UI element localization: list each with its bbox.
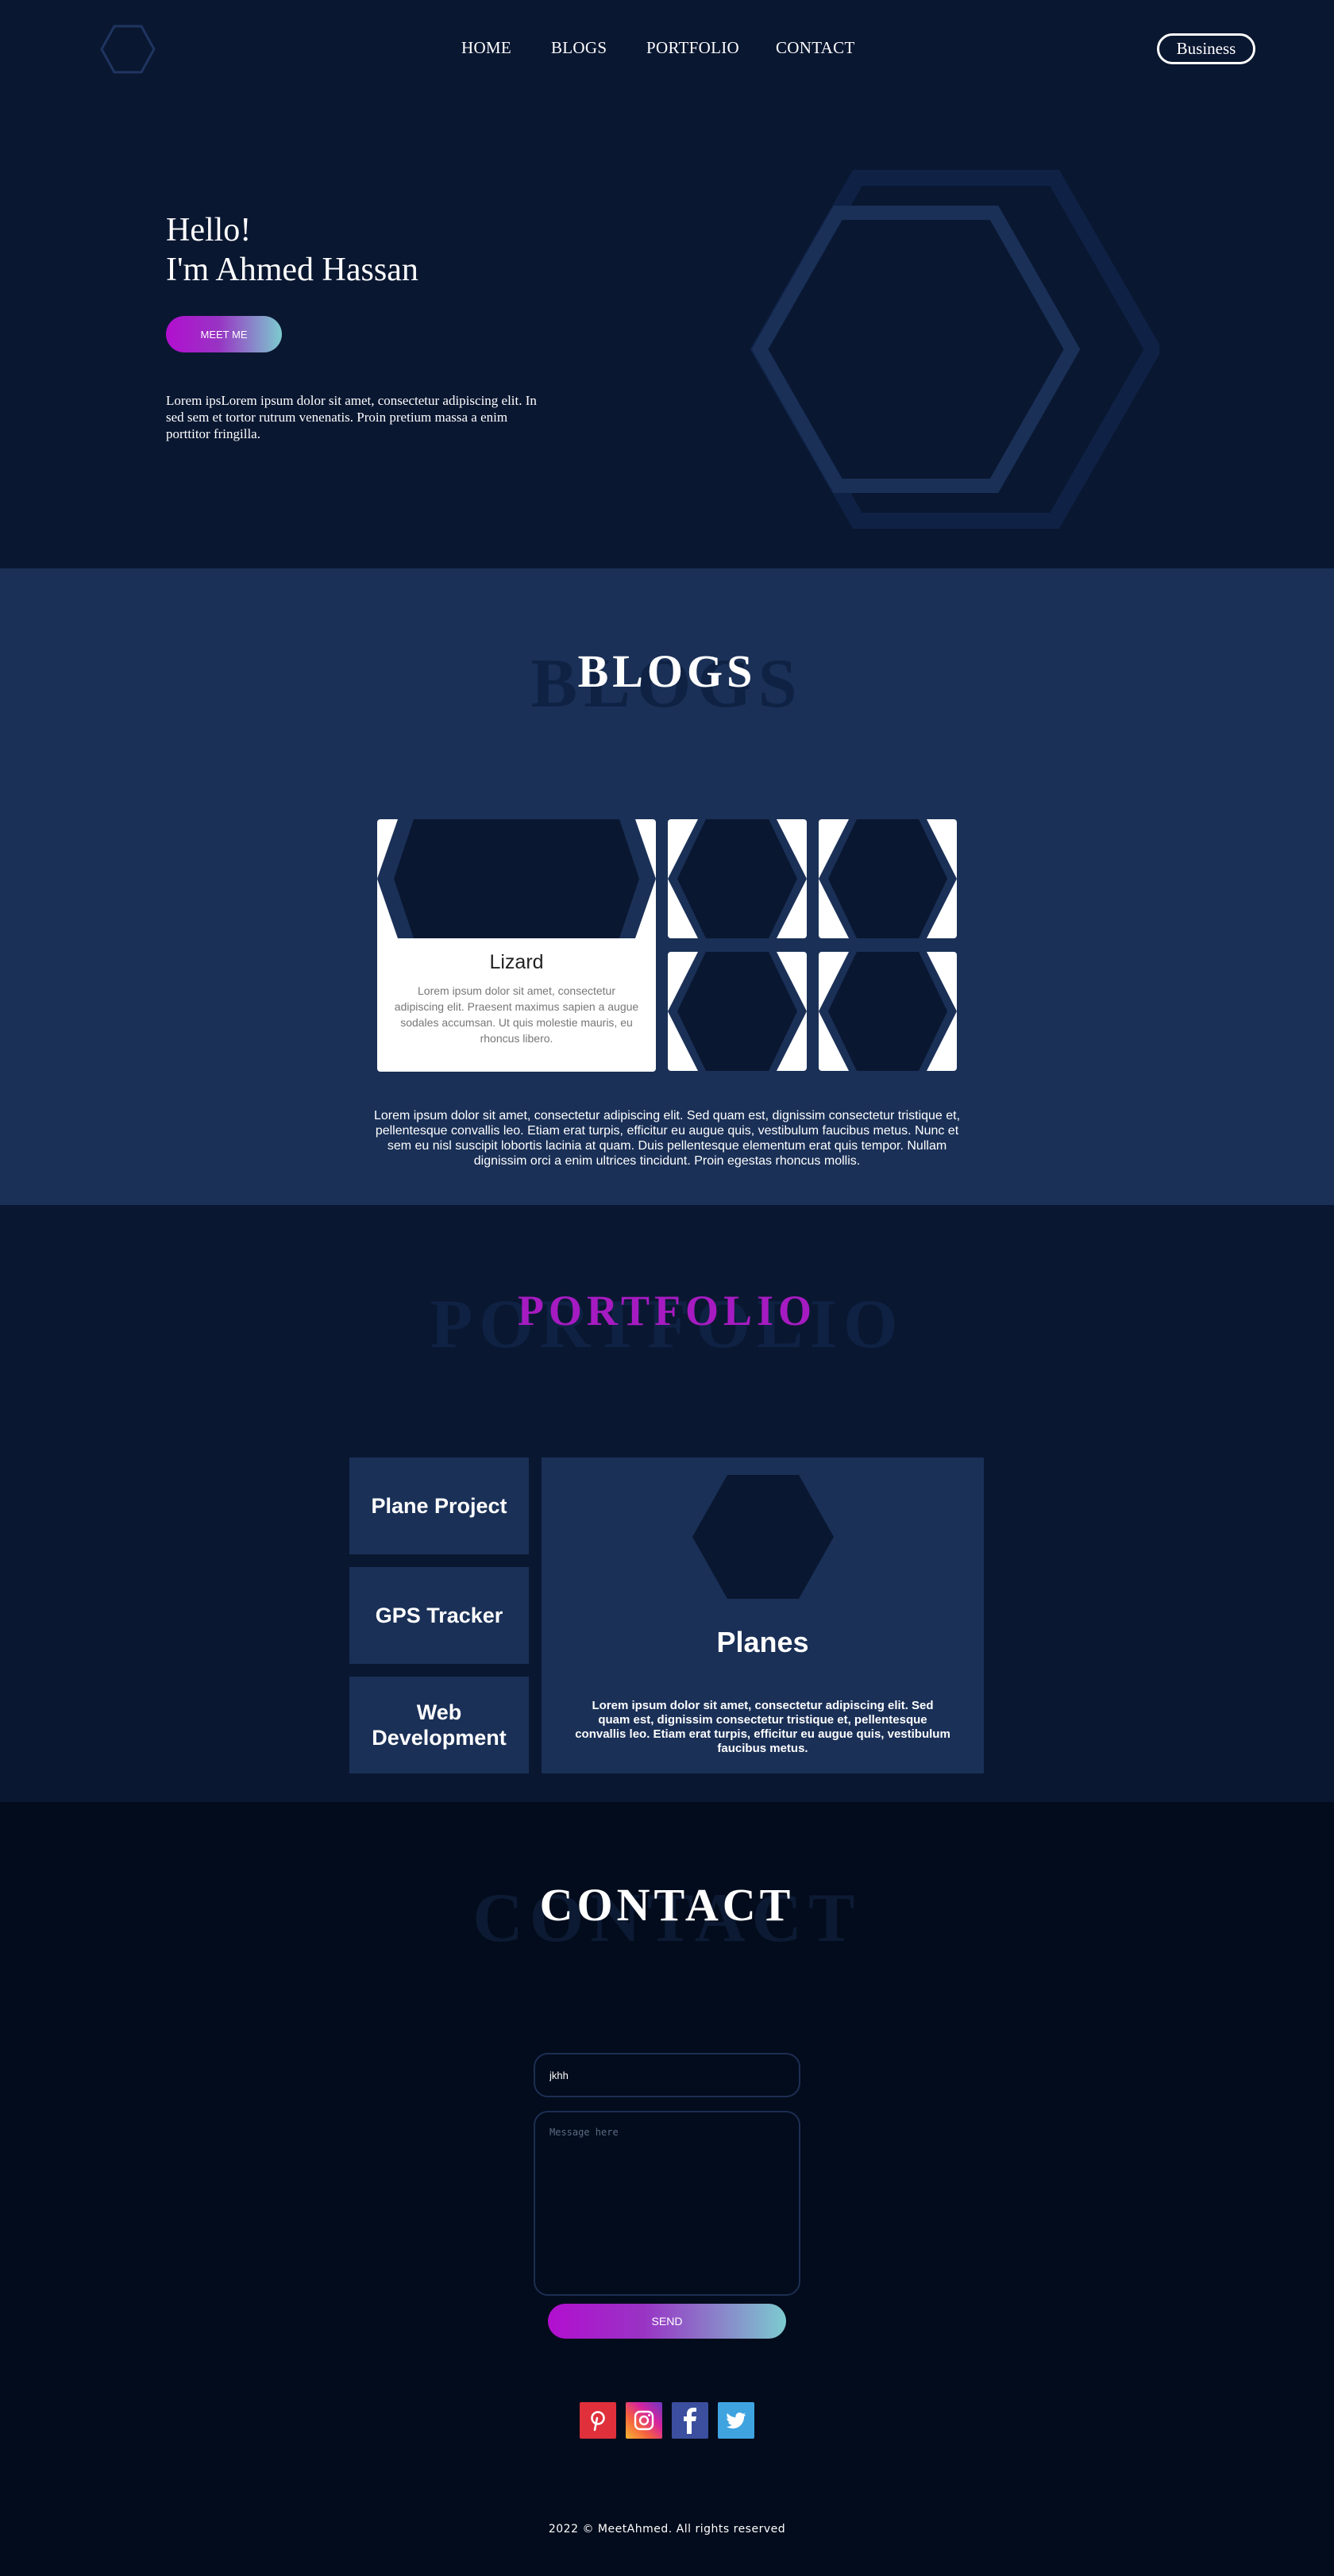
business-button[interactable]: Business — [1157, 33, 1255, 64]
portfolio-tab-plane-project[interactable]: Plane Project — [349, 1457, 529, 1554]
twitter-icon[interactable] — [718, 2402, 754, 2439]
blog-card-description: Lorem ipsum dolor sit amet, consectetur … — [394, 984, 639, 1045]
portfolio-tab-web-development[interactable]: Web Development — [349, 1677, 529, 1773]
blog-thumb-hexagon-image — [668, 819, 807, 938]
blog-card-hexagon-image — [377, 819, 656, 938]
blogs-section: BLOGS BLOGS Lizard Lorem ipsum dolor sit… — [0, 568, 1334, 1205]
blog-card-thumb[interactable] — [668, 952, 807, 1071]
instagram-glyph-icon — [634, 2410, 654, 2431]
blogs-paragraph: Lorem ipsum dolor sit amet, consectetur … — [373, 1109, 961, 1168]
portfolio-tab-gps-tracker[interactable]: GPS Tracker — [349, 1567, 529, 1664]
portfolio-detail-title: Planes — [716, 1626, 809, 1658]
twitter-glyph-icon — [727, 2412, 746, 2429]
nav-link-contact[interactable]: CONTACT — [776, 38, 855, 58]
instagram-icon[interactable] — [626, 2402, 662, 2439]
facebook-glyph-icon — [684, 2408, 696, 2434]
nav-link-blogs[interactable]: BLOGS — [551, 38, 607, 58]
portfolio-detail-panel: Planes Lorem ipsum dolor sit amet, conse… — [542, 1457, 984, 1773]
send-button[interactable]: SEND — [548, 2304, 786, 2339]
blog-card-thumb[interactable] — [819, 819, 957, 938]
top-nav: HOME BLOGS PORTFOLIO CONTACT Business — [0, 0, 1334, 99]
blog-thumb-hexagon-image — [668, 952, 807, 1071]
message-textarea[interactable] — [534, 2111, 800, 2296]
blog-card-title: Lizard — [489, 951, 544, 973]
contact-section: CONTACT CONTACT SEND 2022 © MeetAhmed. A… — [0, 1802, 1334, 2576]
meet-me-button[interactable]: MEET ME — [166, 316, 282, 352]
hero-description: Lorem ipsLorem ipsum dolor sit amet, con… — [166, 393, 537, 441]
hero-name: I'm Ahmed Hassan — [166, 252, 418, 288]
hero-hexagon-graphic — [750, 170, 1159, 529]
facebook-icon[interactable] — [672, 2402, 708, 2439]
blog-thumb-hexagon-image — [819, 819, 957, 938]
contact-title: CONTACT — [539, 1879, 795, 1931]
hexagon-logo-icon[interactable] — [100, 24, 156, 75]
blog-card-thumb[interactable] — [819, 952, 957, 1071]
pinterest-glyph-icon — [591, 2411, 605, 2432]
portfolio-hexagon-image — [692, 1475, 834, 1599]
blog-card-thumb[interactable] — [668, 819, 807, 938]
blog-card-featured[interactable]: Lizard Lorem ipsum dolor sit amet, conse… — [377, 819, 656, 1072]
blogs-title: BLOGS — [577, 645, 757, 697]
nav-link-home[interactable]: HOME — [461, 38, 511, 58]
footer-copyright: 2022 © MeetAhmed. All rights reserved — [548, 2523, 786, 2536]
hero-greeting: Hello! — [166, 212, 252, 248]
nav-link-portfolio[interactable]: PORTFOLIO — [646, 38, 739, 58]
name-input[interactable] — [534, 2053, 800, 2097]
pinterest-icon[interactable] — [580, 2402, 616, 2439]
portfolio-detail-text: Lorem ipsum dolor sit amet, consectetur … — [575, 1699, 950, 1755]
portfolio-title: PORTFOLIO — [517, 1287, 817, 1334]
hero-heading: Hello! I'm Ahmed Hassan — [166, 210, 418, 290]
blog-thumb-hexagon-image — [819, 952, 957, 1071]
portfolio-section: PORTFOLIO PORTFOLIO Plane Project GPS Tr… — [0, 1205, 1334, 1802]
